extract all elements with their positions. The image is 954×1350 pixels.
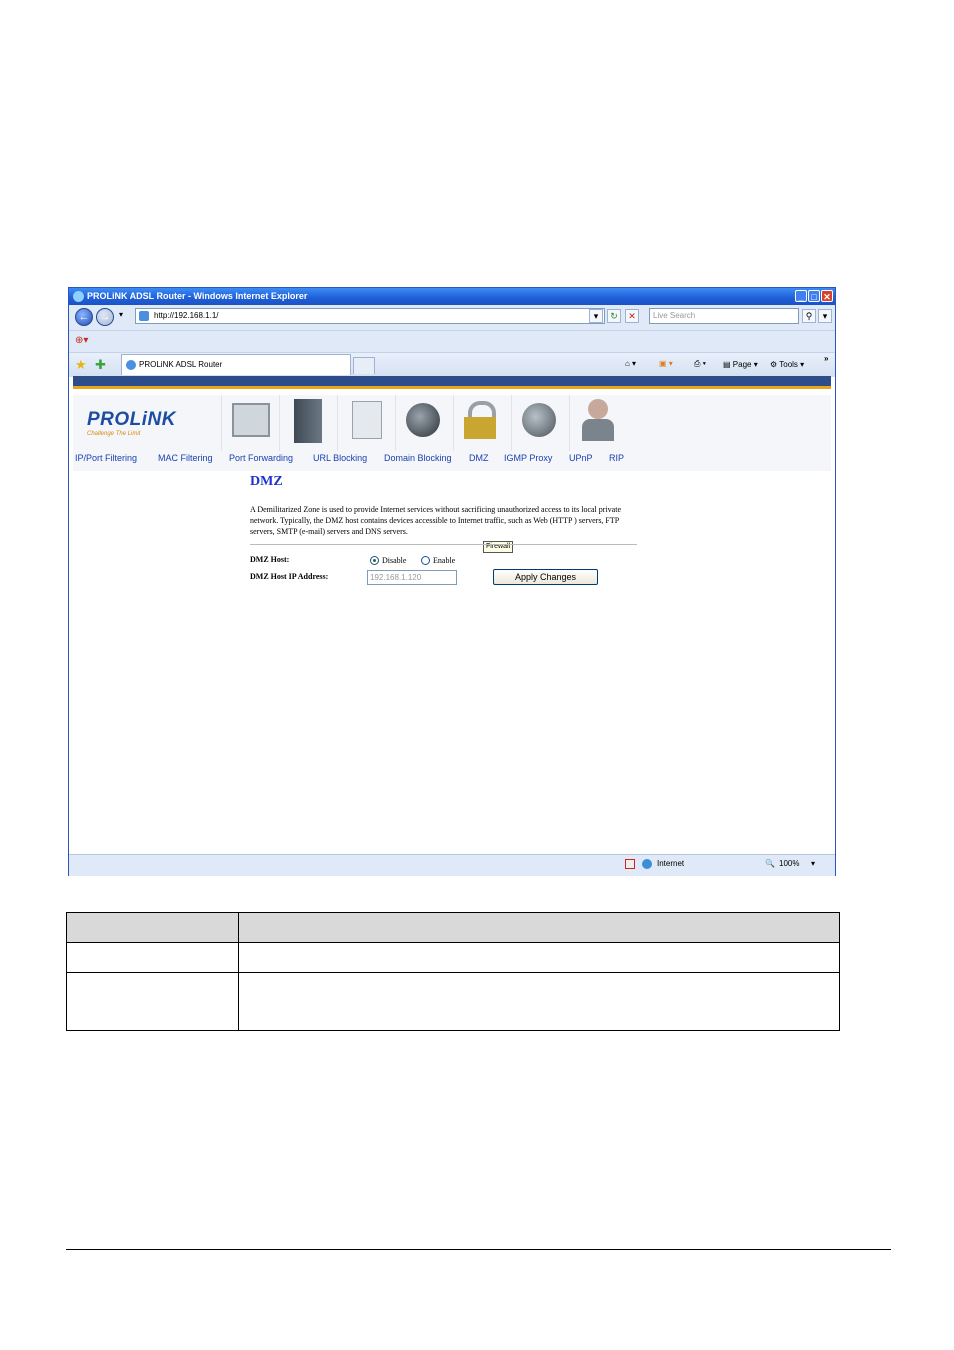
disable-label: Disable [382, 556, 407, 565]
admin-user-icon[interactable] [569, 395, 626, 451]
page-title: DMZ [250, 474, 283, 489]
refresh-icon[interactable]: ↻ [607, 309, 621, 323]
maximize-button[interactable]: □ [808, 290, 820, 302]
address-dropdown-icon[interactable]: ▾ [589, 309, 603, 323]
table-cell [66, 942, 239, 973]
menu-rip[interactable]: RIP [609, 453, 624, 463]
zoom-level[interactable]: 100% [779, 855, 799, 873]
router-accent-bar [73, 386, 831, 389]
title-bar: PROLiNK ADSL Router - Windows Internet E… [69, 288, 835, 305]
menu-url-blocking[interactable]: URL Blocking [313, 453, 367, 463]
menu-port-forwarding[interactable]: Port Forwarding [229, 453, 293, 463]
zoom-dropdown-icon[interactable]: ▾ [811, 855, 815, 873]
status-bar: Internet 🔍 100% ▾ [69, 854, 835, 876]
network-globe-icon[interactable] [395, 395, 452, 451]
table-cell [238, 972, 840, 1031]
search-options-icon[interactable]: ▾ [818, 309, 832, 323]
page-menu-label: Page [732, 360, 752, 369]
table-cell [66, 972, 239, 1031]
divider [250, 544, 637, 545]
minimize-button[interactable]: _ [795, 290, 807, 302]
browser-window: PROLiNK ADSL Router - Windows Internet E… [68, 287, 836, 876]
disable-radio[interactable] [370, 556, 379, 565]
table-row [66, 942, 840, 973]
back-button[interactable]: ← [75, 308, 93, 326]
close-button[interactable]: ✕ [821, 290, 833, 302]
dmz-ip-input[interactable]: 192.168.1.120 [367, 570, 457, 585]
tab-prolink[interactable]: PROLiNK ADSL Router [121, 354, 351, 375]
logo-tagline: Challenge The Limit [87, 431, 141, 437]
maintenance-icon[interactable] [511, 395, 568, 451]
tab-row: ★ ✚ PROLiNK ADSL Router ⌂ ▾ ▣ ▾ ⎙ ▾ ▤ Pa… [69, 352, 835, 377]
prolink-logo: PROLiNK [87, 409, 176, 430]
security-zone: Internet [657, 859, 685, 868]
translate-icon[interactable]: ⊕▾ [75, 335, 88, 346]
home-icon[interactable]: ⌂ ▾ [625, 358, 636, 370]
internet-zone-icon [642, 859, 652, 869]
dmz-description: A Demilitarized Zone is used to provide … [250, 505, 621, 536]
advanced-icon[interactable] [337, 395, 394, 451]
dmz-ip-label: DMZ Host IP Address: [250, 572, 329, 581]
table-header-cell [66, 912, 239, 943]
search-icon[interactable]: ⚲ [802, 309, 816, 323]
new-tab-button[interactable] [353, 357, 375, 374]
tools-menu-label: Tools [779, 360, 798, 369]
menu-mac-filtering[interactable]: MAC Filtering [158, 453, 213, 463]
page-icon [139, 311, 149, 321]
favorites-row: ⊕▾ [69, 330, 835, 353]
table-row [66, 972, 840, 1031]
address-row: ← → ▾ http://192.168.1.1/ ▾ ↻ ✕ Live Sea… [69, 305, 835, 330]
setup-icon[interactable] [279, 395, 336, 451]
history-dropdown-icon[interactable]: ▾ [119, 310, 123, 319]
footer-rule [66, 1249, 891, 1250]
description-table [66, 912, 840, 1031]
search-input[interactable]: Live Search [649, 308, 799, 324]
dmz-host-label: DMZ Host: [250, 555, 290, 564]
firewall-submenu: IP/Port Filtering MAC Filtering Port For… [73, 453, 633, 467]
menu-upnp[interactable]: UPnP [569, 453, 593, 463]
tools-menu[interactable]: ⚙ Tools ▾ [770, 359, 804, 371]
tab-label: PROLiNK ADSL Router [139, 360, 223, 369]
firewall-tooltip: Firewall [483, 541, 514, 553]
stop-icon[interactable]: ✕ [625, 309, 639, 323]
menu-dmz[interactable]: DMZ [469, 453, 489, 463]
firewall-lock-icon[interactable] [453, 395, 510, 451]
enable-label: Enable [433, 556, 456, 565]
window-title: PROLiNK ADSL Router - Windows Internet E… [87, 291, 308, 301]
zoom-icon[interactable]: 🔍 [765, 855, 775, 873]
menu-domain-blocking[interactable]: Domain Blocking [384, 453, 452, 463]
ie-icon [73, 291, 84, 302]
more-chevron[interactable]: » [824, 353, 828, 365]
apply-changes-button[interactable]: Apply Changes [493, 569, 598, 585]
menu-ip-port-filtering[interactable]: IP/Port Filtering [75, 453, 137, 463]
table-header-row [66, 912, 840, 943]
enable-radio[interactable] [421, 556, 430, 565]
feeds-icon[interactable]: ▣ ▾ [659, 358, 673, 370]
address-text: http://192.168.1.1/ [154, 311, 219, 320]
address-bar[interactable]: http://192.168.1.1/ [135, 308, 605, 324]
blocked-popup-icon[interactable] [625, 859, 635, 869]
table-cell [238, 942, 840, 973]
ie-tab-icon [126, 360, 136, 370]
favorites-star-icon[interactable]: ★ [75, 357, 87, 373]
print-icon[interactable]: ⎙ ▾ [694, 358, 706, 370]
menu-igmp-proxy[interactable]: IGMP Proxy [504, 453, 552, 463]
table-header-cell [238, 912, 840, 943]
page-menu[interactable]: ▤ Page ▾ [723, 359, 758, 371]
router-top-bar [73, 376, 831, 386]
forward-button[interactable]: → [96, 308, 114, 326]
status-icon[interactable] [221, 395, 278, 451]
add-favorite-icon[interactable]: ✚ [95, 357, 106, 373]
